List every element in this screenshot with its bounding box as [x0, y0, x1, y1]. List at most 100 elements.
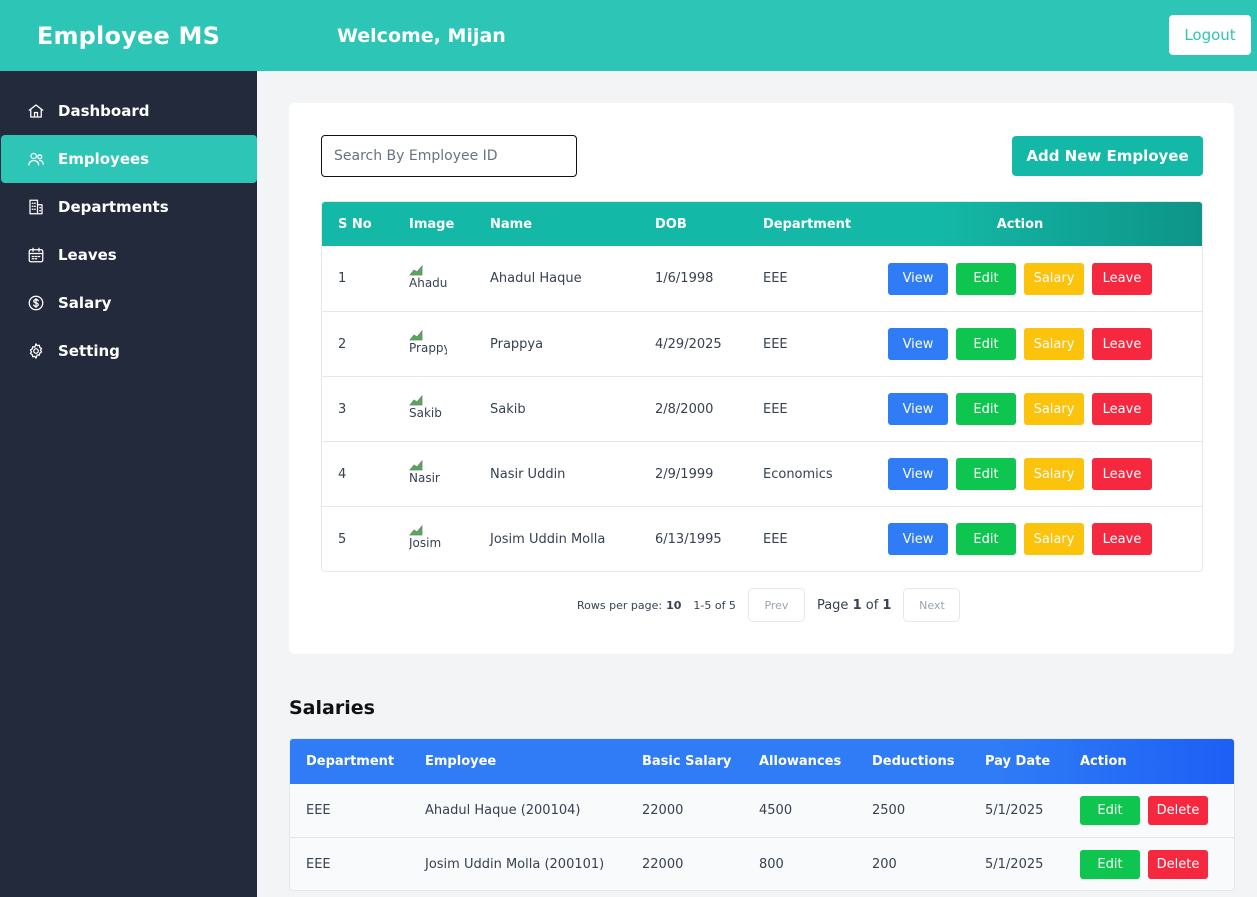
column-header: Name	[490, 216, 533, 232]
logout-button[interactable]: Logout	[1169, 15, 1251, 55]
table-row: 3 Sakib Sakib 2/8/2000 EEE View Edit Salary Leav…	[322, 376, 1202, 441]
view-button[interactable]: View	[888, 458, 948, 490]
sidebar-item-leaves[interactable]: Leaves	[1, 231, 257, 279]
rows-per-page-value[interactable]: 10	[666, 599, 681, 612]
employees-table: S No Image Name DOB Department Action 1 A…	[321, 201, 1203, 572]
row-actions: Edit Delete	[1064, 796, 1234, 825]
employee-image-cell: Nasir	[393, 459, 474, 489]
serial-number: 5	[338, 531, 347, 547]
column-header: Basic Salary	[642, 754, 732, 769]
employee-image-cell: Prappya	[393, 329, 474, 359]
salary-button[interactable]: Salary	[1024, 328, 1084, 360]
deductions: 2500	[872, 803, 906, 818]
image-alt-text: Prappya	[409, 341, 447, 355]
sidebar: Dashboard Employees Departments Leaves S…	[0, 71, 257, 897]
delete-button[interactable]: Delete	[1148, 849, 1208, 879]
edit-button[interactable]: Edit	[1080, 849, 1140, 879]
column-header: Action	[1080, 754, 1127, 769]
table-row: 5 Josim Josim Uddin Molla 6/13/1995 EEE View E…	[322, 506, 1202, 571]
employee-name: Josim Uddin Molla	[490, 531, 606, 547]
leave-button[interactable]: Leave	[1092, 523, 1152, 555]
of-label: of	[865, 597, 879, 613]
sidebar-item-employees[interactable]: Employees	[1, 135, 257, 183]
serial-number: 1	[338, 271, 347, 286]
sidebar-item-label: Setting	[58, 342, 120, 360]
image-alt-text: Ahadul	[409, 275, 447, 290]
view-button[interactable]: View	[888, 328, 948, 360]
allowances: 4500	[759, 803, 793, 818]
broken-image-icon: Josim	[409, 524, 447, 554]
employee-dob: 2/9/1999	[655, 466, 714, 482]
edit-button[interactable]: Edit	[956, 262, 1016, 295]
next-button[interactable]: Next	[903, 588, 961, 622]
broken-image-icon: Sakib	[409, 394, 447, 424]
image-alt-text: Sakib	[409, 406, 442, 420]
allowances: 800	[759, 856, 784, 872]
users-icon	[27, 150, 45, 168]
view-button[interactable]: View	[888, 262, 948, 295]
broken-image-icon: Prappya	[409, 329, 447, 359]
search-input[interactable]	[321, 135, 577, 177]
sidebar-item-setting[interactable]: Setting	[1, 327, 257, 375]
employee-image-cell: Ahadul	[393, 264, 474, 294]
salary-button[interactable]: Salary	[1024, 523, 1084, 555]
view-button[interactable]: View	[888, 523, 948, 555]
column-header: S No	[338, 216, 372, 232]
row-actions: Edit Delete	[1064, 849, 1234, 879]
broken-image-icon: Ahadul	[409, 264, 447, 294]
row-actions: View Edit Salary Leave	[887, 458, 1202, 490]
delete-button[interactable]: Delete	[1148, 796, 1208, 825]
brand-title: Employee MS	[36, 21, 221, 50]
table-header: S No Image Name DOB Department Action	[322, 202, 1202, 246]
calendar-icon	[27, 246, 45, 264]
table-body: 1 Ahadul Ahadul Haque 1/6/1998 EEE View Edit Sa…	[322, 246, 1202, 571]
row-actions: View Edit Salary Leave	[887, 328, 1202, 360]
salary-department: EEE	[306, 856, 331, 872]
employee-name: Ahadul Haque	[490, 271, 582, 286]
page-range: 1-5 of 5	[693, 598, 736, 612]
column-header: Department	[306, 754, 395, 769]
sidebar-item-label: Dashboard	[58, 102, 150, 120]
leave-button[interactable]: Leave	[1092, 328, 1152, 360]
salaries-title: Salaries	[289, 697, 375, 719]
sidebar-item-label: Employees	[58, 150, 150, 168]
pagination: Rows per page: 10 1-5 of 5 Prev Page 1 o…	[577, 588, 961, 622]
edit-button[interactable]: Edit	[1080, 796, 1140, 825]
pay-date: 5/1/2025	[985, 856, 1044, 872]
table-row: EEE Josim Uddin Molla (200101) 22000 800 200…	[290, 837, 1234, 890]
employee-image-cell: Josim	[393, 524, 474, 554]
sidebar-item-salary[interactable]: Salary	[1, 279, 257, 327]
row-actions: View Edit Salary Leave	[887, 523, 1202, 555]
sidebar-item-label: Departments	[58, 198, 169, 216]
prev-button[interactable]: Prev	[747, 588, 805, 622]
edit-button[interactable]: Edit	[956, 393, 1016, 425]
employee-department: Economics	[763, 466, 833, 482]
view-button[interactable]: View	[888, 393, 948, 425]
welcome-text: Welcome, Mijan	[337, 24, 506, 47]
broken-image-icon: Nasir	[409, 459, 447, 489]
edit-button[interactable]: Edit	[956, 458, 1016, 490]
column-header: Deductions	[872, 754, 955, 769]
leave-button[interactable]: Leave	[1092, 393, 1152, 425]
salary-button[interactable]: Salary	[1024, 393, 1084, 425]
row-actions: View Edit Salary Leave	[887, 393, 1202, 425]
basic-salary: 22000	[642, 803, 684, 818]
salary-button[interactable]: Salary	[1024, 262, 1084, 295]
sidebar-item-departments[interactable]: Departments	[1, 183, 257, 231]
current-page: 1	[852, 597, 862, 613]
table-body: EEE Ahadul Haque (200104) 22000 4500 2500 5/1…	[290, 784, 1234, 890]
column-header: Employee	[425, 754, 497, 769]
sidebar-item-label: Leaves	[58, 246, 117, 264]
leave-button[interactable]: Leave	[1092, 262, 1152, 295]
salary-employee: Ahadul Haque (200104)	[425, 803, 581, 818]
edit-button[interactable]: Edit	[956, 523, 1016, 555]
table-row: EEE Ahadul Haque (200104) 22000 4500 2500 5/1…	[290, 784, 1234, 837]
sidebar-item-dashboard[interactable]: Dashboard	[1, 87, 257, 135]
building-icon	[27, 198, 45, 216]
edit-button[interactable]: Edit	[956, 328, 1016, 360]
add-employee-button[interactable]: Add New Employee	[1012, 136, 1203, 176]
leave-button[interactable]: Leave	[1092, 458, 1152, 490]
employee-dob: 1/6/1998	[655, 271, 714, 286]
salary-button[interactable]: Salary	[1024, 458, 1084, 490]
top-bar: Employee MS Welcome, Mijan Logout	[0, 0, 1257, 71]
